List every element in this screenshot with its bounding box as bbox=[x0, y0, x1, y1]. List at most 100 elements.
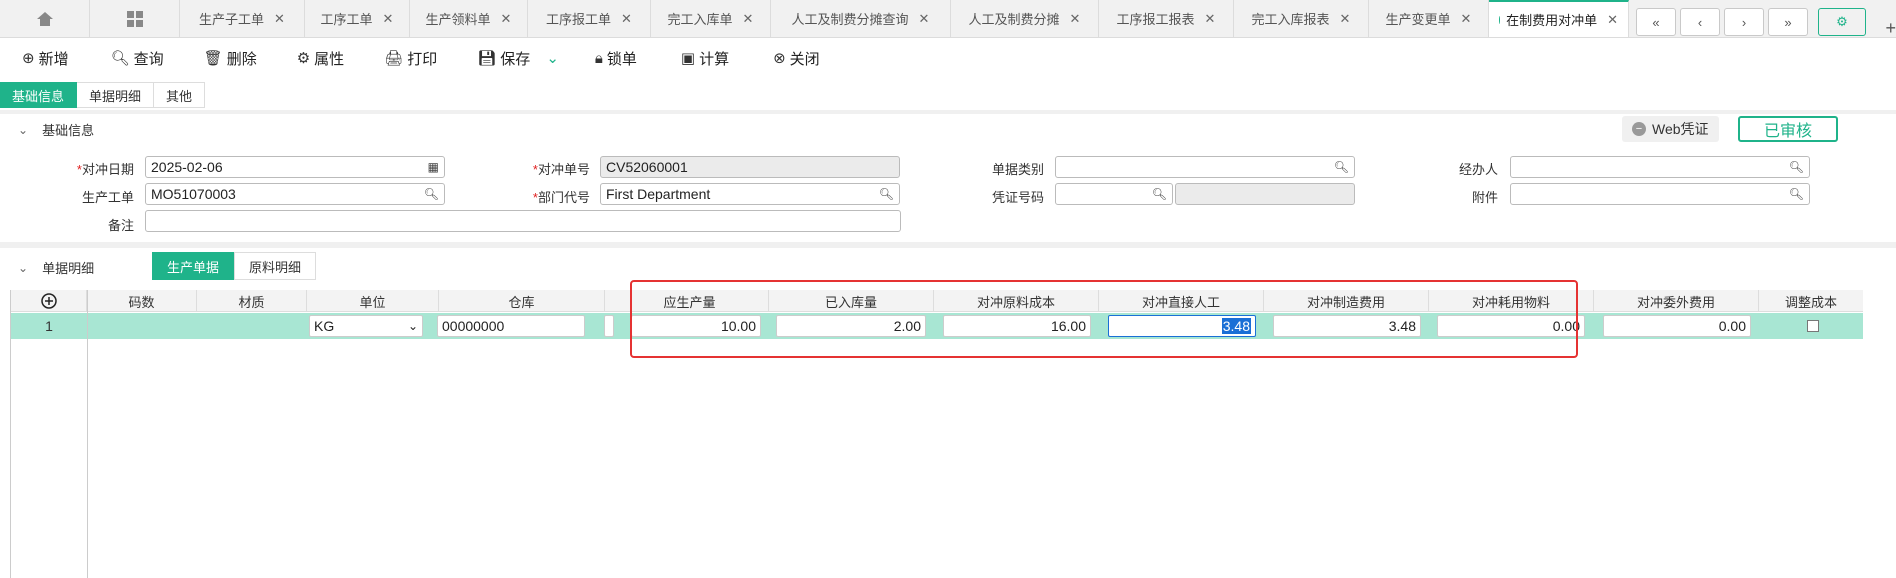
tab-basic-info[interactable]: 基础信息 bbox=[0, 82, 78, 108]
close-icon[interactable]: ✕ bbox=[501, 11, 512, 27]
close-icon[interactable]: ✕ bbox=[1607, 12, 1618, 28]
tab-process-report[interactable]: 工序报工单 ✕ bbox=[528, 0, 651, 37]
search-icon[interactable]: 🔍︎ bbox=[1789, 160, 1804, 174]
tab-allocation-query[interactable]: 人工及制费分摊查询 ✕ bbox=[771, 0, 951, 37]
minus-circle-icon: − bbox=[1632, 122, 1646, 136]
tab-completion-report-sheet[interactable]: 完工入库报表 ✕ bbox=[1234, 0, 1369, 37]
remark-field[interactable] bbox=[145, 210, 901, 232]
handler-field[interactable]: 🔍︎ bbox=[1510, 156, 1810, 178]
tab-completion-receipt[interactable]: 完工入库单 ✕ bbox=[651, 0, 771, 37]
status-badge: 已审核 bbox=[1738, 116, 1838, 142]
search-icon[interactable]: 🔍︎ bbox=[1334, 160, 1349, 174]
attachment-label: 附件 bbox=[1471, 190, 1498, 205]
close-icon[interactable]: ✕ bbox=[274, 11, 285, 27]
outsource-cell[interactable]: 0.00 bbox=[1603, 315, 1751, 337]
tab-sub-work-order[interactable]: 生产子工单 ✕ bbox=[180, 0, 305, 37]
voucher-no-display bbox=[1175, 183, 1355, 205]
tab-allocation[interactable]: 人工及制费分摊 ✕ bbox=[951, 0, 1099, 37]
tab-wip-offset[interactable]: 在制费用对冲单 ✕ bbox=[1489, 0, 1629, 37]
basic-info-header[interactable]: ⌄ 基础信息 bbox=[0, 120, 94, 139]
calculate-button[interactable]: ▣ 计算 bbox=[681, 48, 729, 69]
voucher-no-label: 凭证号码 bbox=[991, 190, 1044, 205]
close-icon[interactable]: ✕ bbox=[1070, 11, 1081, 27]
attachment-field[interactable]: 🔍︎ bbox=[1510, 183, 1810, 205]
new-button[interactable]: ⊕ 新增 bbox=[22, 48, 69, 69]
adjust-cost-checkbox[interactable] bbox=[1807, 320, 1819, 332]
close-icon[interactable]: ✕ bbox=[621, 11, 632, 27]
blank-cell[interactable] bbox=[604, 315, 614, 337]
offset-date-label: *对冲日期 bbox=[76, 162, 134, 177]
dept-code-label: *部门代号 bbox=[532, 190, 590, 205]
unit-select[interactable]: KG ⌄ bbox=[309, 315, 423, 337]
remark-label: 备注 bbox=[107, 218, 134, 233]
detail-tabs: 生产单据 原料明细 bbox=[152, 252, 317, 280]
work-order-label: 生产工单 bbox=[81, 190, 134, 205]
col-adjust-cost[interactable]: 调整成本 bbox=[1759, 290, 1863, 312]
doc-category-label: 单据类别 bbox=[991, 162, 1044, 177]
close-icon[interactable]: ✕ bbox=[743, 11, 754, 27]
offset-no-field[interactable]: CV52060001 bbox=[600, 156, 900, 178]
offset-no-label: *对冲单号 bbox=[532, 162, 590, 177]
save-button[interactable]: 💾︎ 保存 ⌄ bbox=[477, 48, 559, 69]
tab-process-report-sheet[interactable]: 工序报工报表 ✕ bbox=[1099, 0, 1234, 37]
close-icon[interactable]: ✕ bbox=[1461, 11, 1472, 27]
tab-material-requisition[interactable]: 生产领料单 ✕ bbox=[410, 0, 528, 37]
apps-grid-icon[interactable] bbox=[90, 0, 180, 37]
section-title: 单据明细 bbox=[42, 261, 95, 276]
home-icon[interactable] bbox=[0, 0, 90, 37]
close-icon[interactable]: ✕ bbox=[1205, 11, 1216, 27]
close-icon[interactable]: ✕ bbox=[1340, 11, 1351, 27]
gear-icon: ⚙ bbox=[296, 50, 311, 67]
close-button[interactable]: ⊗ 关闭 bbox=[773, 48, 820, 69]
next-record-icon[interactable]: › bbox=[1724, 8, 1764, 36]
query-button[interactable]: 🔍︎ 查询 bbox=[111, 48, 164, 69]
col-material[interactable]: 材质 bbox=[197, 290, 307, 312]
warehouse-cell[interactable]: 00000000 bbox=[437, 315, 585, 337]
col-warehouse[interactable]: 仓库 bbox=[439, 290, 605, 312]
last-record-icon[interactable]: » bbox=[1768, 8, 1808, 36]
col-unit[interactable]: 单位 bbox=[307, 290, 439, 312]
web-voucher-button[interactable]: − Web凭证 bbox=[1622, 116, 1719, 142]
first-record-icon[interactable]: « bbox=[1636, 8, 1676, 36]
button-label: 关闭 bbox=[789, 50, 820, 68]
tab-label: 生产子工单 bbox=[199, 12, 265, 27]
print-button[interactable]: 🖨︎ 打印 bbox=[384, 48, 437, 69]
lock-icon: 🔒︎ bbox=[594, 49, 603, 67]
tab-doc-detail[interactable]: 单据明细 bbox=[77, 82, 155, 108]
calendar-icon[interactable]: ▦ bbox=[428, 160, 439, 174]
col-outsource[interactable]: 对冲委外费用 bbox=[1594, 290, 1759, 312]
tab-process-work-order[interactable]: 工序工单 ✕ bbox=[305, 0, 410, 37]
col-size[interactable]: 码数 bbox=[87, 290, 197, 312]
button-label: 查询 bbox=[133, 50, 164, 68]
properties-button[interactable]: ⚙ 属性 bbox=[297, 48, 344, 69]
add-tab-icon[interactable]: + bbox=[1885, 18, 1896, 39]
delete-button[interactable]: 🗑︎ 删除 bbox=[204, 48, 257, 69]
work-order-field[interactable]: MO51070003 🔍︎ bbox=[145, 183, 445, 205]
offset-date-field[interactable]: 2025-02-06 ▦ bbox=[145, 156, 445, 178]
plus-circle-icon: ⊕ bbox=[22, 50, 35, 67]
doc-category-field[interactable]: 🔍︎ bbox=[1055, 156, 1355, 178]
tab-label: 工序报工单 bbox=[546, 12, 612, 27]
tab-production-change[interactable]: 生产变更单 ✕ bbox=[1369, 0, 1489, 37]
chevron-down-icon[interactable]: ⌄ bbox=[546, 49, 559, 67]
close-icon[interactable]: ✕ bbox=[919, 11, 930, 27]
search-icon: 🔍︎ bbox=[110, 50, 130, 67]
settings-gear-icon[interactable]: ⚙ bbox=[1818, 8, 1866, 36]
tab-material-detail[interactable]: 原料明细 bbox=[234, 252, 317, 280]
close-icon[interactable]: ✕ bbox=[383, 11, 394, 27]
lock-button[interactable]: 🔒︎ 锁单 bbox=[595, 48, 637, 69]
tab-other[interactable]: 其他 bbox=[154, 82, 206, 108]
tab-production-docs[interactable]: 生产单据 bbox=[152, 252, 235, 280]
tab-bar: 生产子工单 ✕ 工序工单 ✕ 生产领料单 ✕ 工序报工单 ✕ 完工入库单 ✕ 人工及制费分… bbox=[0, 0, 1896, 38]
detail-header[interactable]: ⌄ 单据明细 bbox=[0, 258, 94, 277]
handler-label: 经办人 bbox=[1458, 162, 1498, 177]
add-row-icon[interactable] bbox=[11, 290, 87, 312]
prev-record-icon[interactable]: ‹ bbox=[1680, 8, 1720, 36]
search-icon[interactable]: 🔍︎ bbox=[879, 187, 894, 201]
search-icon[interactable]: 🔍︎ bbox=[1789, 187, 1804, 201]
tab-label: 完工入库单 bbox=[667, 12, 733, 27]
dept-code-field[interactable]: First Department 🔍︎ bbox=[600, 183, 900, 205]
voucher-no-field[interactable]: 🔍︎ bbox=[1055, 183, 1173, 205]
search-icon[interactable]: 🔍︎ bbox=[1152, 187, 1167, 201]
search-icon[interactable]: 🔍︎ bbox=[424, 187, 439, 201]
